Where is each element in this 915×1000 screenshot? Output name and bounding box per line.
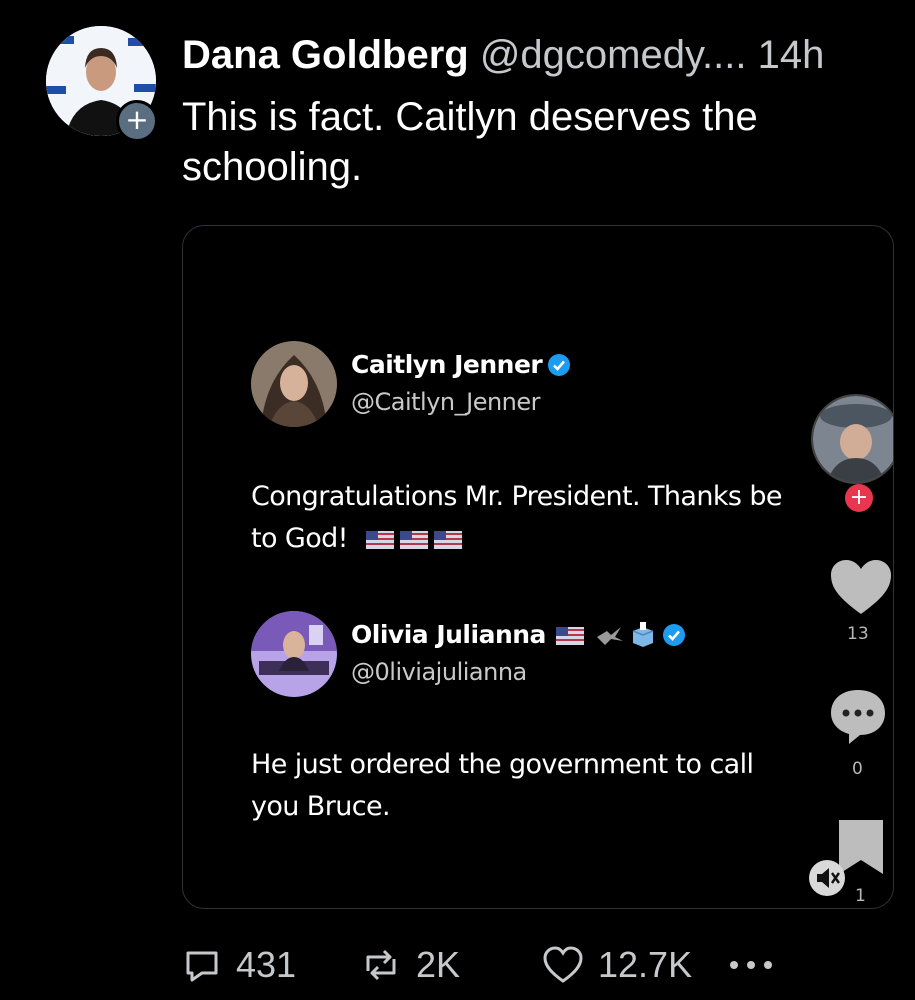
- speaker-muted-icon: [817, 868, 840, 888]
- us-flag-icons: [365, 523, 468, 554]
- caitlyn-avatar: [251, 341, 337, 427]
- olivia-tweet-text: He just ordered the government to call y…: [251, 744, 754, 828]
- us-flag-icon: [399, 531, 428, 549]
- video-save-count: 1: [855, 886, 866, 906]
- olivia-name: Olivia Julianna: [351, 620, 546, 649]
- like-button[interactable]: 12.7K: [542, 940, 692, 990]
- creator-avatar[interactable]: [811, 394, 893, 484]
- like-count: 12.7K: [598, 944, 693, 985]
- olivia-avatar: [251, 611, 337, 697]
- post-header: Dana Goldberg @dgcomedy.... 14h: [182, 30, 824, 80]
- reply-icon: [186, 951, 218, 982]
- caitlyn-tweet-line2-row: to God!: [251, 518, 782, 560]
- follow-button[interactable]: +: [116, 100, 158, 142]
- caitlyn-tweet-text: Congratulations Mr. President. Thanks be…: [251, 476, 782, 560]
- olivia-tweet-line1: He just ordered the government to call: [251, 749, 754, 780]
- us-flag-icon: [433, 531, 462, 549]
- us-flag-icon: [365, 531, 394, 549]
- ballot-box-icon: [632, 622, 654, 647]
- comment-bubble-icon[interactable]: [829, 688, 887, 746]
- eagle-icon: [596, 627, 623, 645]
- post-text: This is fact. Caitlyn deserves the schoo…: [182, 95, 758, 189]
- repost-icon: [366, 949, 396, 981]
- video-comment-count: 0: [852, 759, 863, 779]
- reply-count: 431: [236, 944, 297, 985]
- video-like-count: 13: [847, 624, 869, 644]
- follow-creator-plus-icon[interactable]: +: [845, 484, 873, 512]
- caitlyn-name-row: Caitlyn Jenner: [351, 350, 571, 379]
- olivia-handle: @0liviajulianna: [351, 658, 527, 686]
- caitlyn-tweet-line2: to God!: [251, 523, 349, 554]
- embedded-video-card[interactable]: Caitlyn Jenner @Caitlyn_Jenner Congratul…: [182, 225, 894, 909]
- repost-count: 2K: [416, 944, 461, 985]
- mute-button[interactable]: [809, 860, 845, 896]
- heart-icon: [543, 946, 583, 983]
- author-name[interactable]: Dana Goldberg: [182, 33, 469, 77]
- caitlyn-handle: @Caitlyn_Jenner: [351, 388, 541, 416]
- post-timestamp[interactable]: 14h: [758, 33, 825, 77]
- verified-badge-icon: [547, 354, 570, 376]
- olivia-tweet-line2: you Bruce.: [251, 791, 391, 822]
- heart-filled-icon[interactable]: [829, 558, 893, 616]
- us-flag-icon: [556, 627, 585, 645]
- author-handle[interactable]: @dgcomedy....: [480, 33, 747, 77]
- repost-button[interactable]: 2K: [360, 940, 460, 990]
- more-horizontal-icon: [730, 961, 772, 969]
- verified-badge-icon: [662, 624, 685, 646]
- caitlyn-name: Caitlyn Jenner: [351, 350, 543, 379]
- caitlyn-tweet-line1: Congratulations Mr. President. Thanks be: [251, 481, 782, 512]
- more-options-button[interactable]: [728, 940, 788, 990]
- reply-button[interactable]: 431: [182, 940, 296, 990]
- olivia-name-row: Olivia Julianna: [351, 620, 686, 649]
